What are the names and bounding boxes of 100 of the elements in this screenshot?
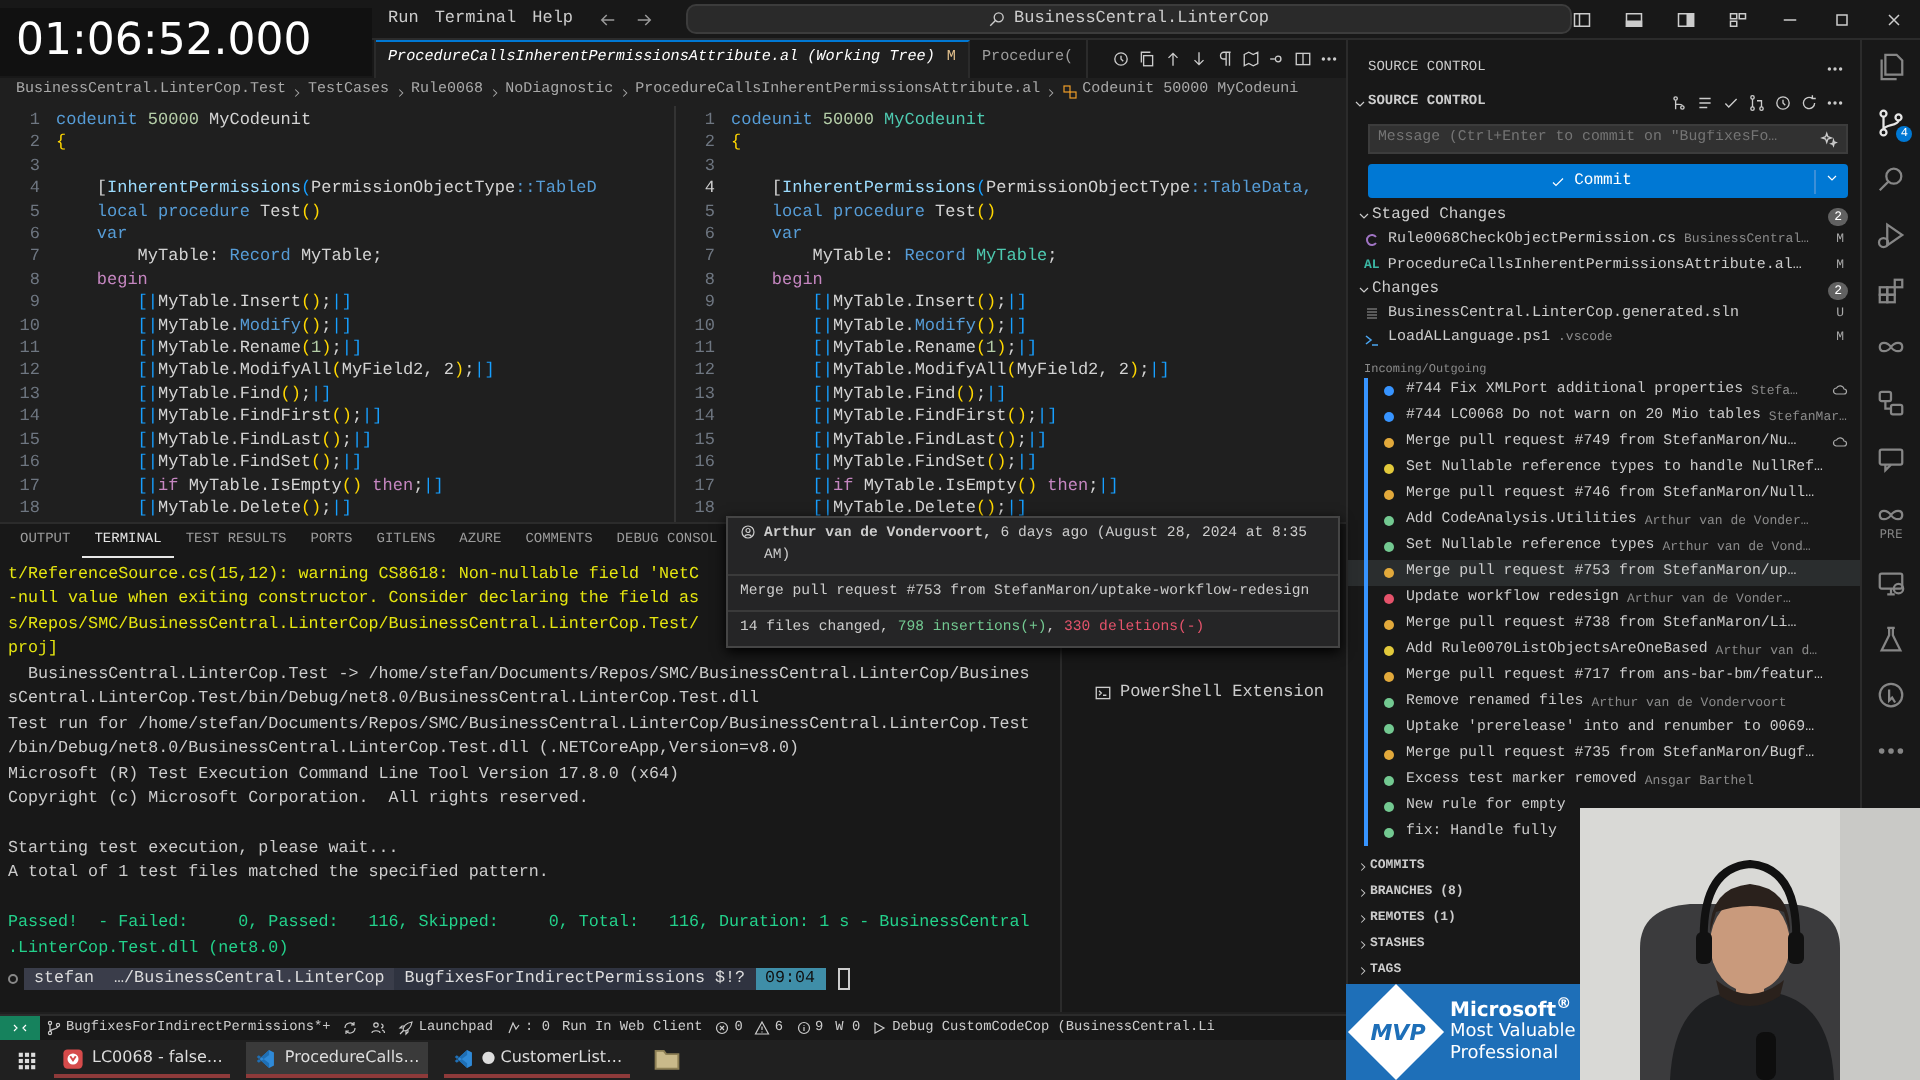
error-icon	[714, 1020, 731, 1036]
line-number: 10	[17, 315, 42, 339]
history-icon[interactable]	[1774, 94, 1792, 112]
code-line: [|MyTable.FindSet();|]	[135, 452, 363, 473]
check-icon	[1550, 173, 1567, 189]
line-number: 16	[17, 452, 42, 475]
line-number: 3	[702, 155, 717, 179]
chevron-right-icon[interactable]	[1356, 885, 1370, 900]
terminal-line: BusinessCentral.LinterCop.Test -> /home/stefan/Documents/Repos/SMC/BusinessCentral.LinterCop/Busines	[26, 661, 1030, 687]
refresh-icon[interactable]	[1800, 94, 1818, 112]
line-number: 17	[17, 475, 42, 498]
group-title[interactable]: Staged Changes	[1372, 204, 1507, 229]
taskbar-button[interactable]: ● CustomerList…	[443, 1042, 631, 1078]
commit-button[interactable]: Commit	[1368, 164, 1848, 198]
chevron-right-icon	[487, 85, 502, 99]
chevron-right-icon[interactable]	[1356, 937, 1370, 952]
restore-icon[interactable]	[1832, 9, 1852, 29]
split-editor-icon[interactable]	[1294, 50, 1312, 68]
mvp-mark: MVP	[1368, 1018, 1428, 1050]
terminal-line: /bin/Debug/net8.0/BusinessCentral.LinterCop.Test.dll (.NETCoreApp,Version=v8.0)	[8, 736, 800, 762]
forward-arrow-icon[interactable]	[633, 9, 654, 29]
terminal-line: t/ReferenceSource.cs(15,12): warning CS8618: Non-nullable field 'NetC	[8, 562, 699, 587]
line-number: 1	[702, 110, 717, 133]
code-line: [|if MyTable.IsEmpty() then;|]	[810, 475, 1119, 495]
taskbar-button[interactable]: ProcedureCalls…	[246, 1042, 428, 1078]
code-line: [|MyTable.FindSet();|]	[810, 452, 1038, 473]
line-number: 8	[702, 269, 717, 293]
line-number: 5	[27, 201, 42, 225]
app-grid-icon[interactable]	[16, 1049, 38, 1071]
layout-icon[interactable]	[1728, 9, 1748, 29]
map-icon[interactable]	[1242, 50, 1260, 68]
back-arrow-icon[interactable]	[597, 9, 618, 29]
copy-icon[interactable]	[1138, 50, 1156, 68]
code-line: {	[731, 132, 742, 153]
pilcrow-icon[interactable]	[1216, 50, 1234, 68]
sidebar-layout-icon[interactable]	[1572, 9, 1592, 29]
code-line: [|MyTable.Find();|]	[135, 383, 332, 404]
extensions-icon[interactable]	[1876, 276, 1906, 306]
terminal-list-item[interactable]: PowerShell Extension	[1078, 680, 1330, 706]
check-icon[interactable]	[1722, 94, 1740, 112]
command-center-text: BusinessCentral.LinterCop	[1014, 6, 1270, 32]
command-center[interactable]: BusinessCentral.LinterCop	[685, 4, 1572, 34]
code-line: MyTable: Record MyTable;	[810, 246, 1058, 267]
line-number: 13	[692, 383, 717, 407]
badge-text: Most Valuable	[1450, 1021, 1576, 1043]
code-line: [|MyTable.Insert();|]	[810, 292, 1027, 313]
pull-request-icon[interactable]	[1748, 94, 1766, 112]
remote-icon	[12, 1020, 28, 1036]
arrow-up-icon[interactable]	[1164, 50, 1182, 68]
chevron-right-icon[interactable]	[1356, 859, 1370, 874]
code-line: var	[94, 224, 128, 245]
panel-layout-icon[interactable]	[1624, 9, 1644, 29]
badge-text: Professional	[1450, 1043, 1561, 1065]
line-number: 11	[17, 338, 42, 361]
chevron-right-icon[interactable]	[1356, 911, 1370, 926]
branch-icon[interactable]	[1876, 108, 1906, 138]
browser-icon	[62, 1047, 84, 1069]
prompt-segment: BugfixesForIndirectPermissions $!?	[394, 968, 755, 991]
code-line: [|MyTable.Rename(1);|]	[810, 338, 1038, 359]
code-line: {	[56, 132, 67, 153]
people-icon	[370, 1020, 387, 1036]
line-number: 2	[702, 132, 717, 156]
line-number: 18	[17, 497, 42, 521]
code-line: [|MyTable.Delete();|]	[135, 497, 352, 518]
line-number: 9	[702, 292, 717, 316]
terminal-line: s/Repos/SMC/BusinessCentral.LinterCop/BusinessCentral.LinterCop.Test/	[8, 611, 699, 637]
search-icon[interactable]	[1876, 164, 1906, 194]
files-icon[interactable]	[1876, 52, 1906, 82]
run-debug-icon[interactable]	[1876, 220, 1906, 250]
flask-icon[interactable]	[1876, 624, 1906, 654]
monitor-icon[interactable]	[1876, 568, 1906, 598]
group-title[interactable]: Changes	[1372, 277, 1440, 303]
compare-icon[interactable]	[1268, 50, 1286, 68]
taskbar-button[interactable]: LC0068 - false…	[54, 1042, 231, 1078]
arrow-down-icon[interactable]	[1190, 50, 1208, 68]
menu-item[interactable]: Help	[524, 6, 582, 32]
code-line: [|MyTable.Rename(1);|]	[135, 338, 363, 359]
line-number: 4	[702, 178, 717, 202]
code-line: MyTable: Record MyTable;	[135, 246, 383, 267]
terminal-icon	[1094, 683, 1112, 702]
menu-item[interactable]: Run	[380, 6, 427, 32]
chat-icon[interactable]	[1876, 444, 1906, 474]
history-icon[interactable]	[1112, 50, 1130, 68]
remote-explorer-icon[interactable]	[1876, 388, 1906, 418]
prompt-segment: 09:04	[755, 968, 826, 991]
list-icon[interactable]	[1696, 94, 1714, 112]
close-icon[interactable]	[1884, 9, 1904, 29]
sparkle-icon[interactable]	[1820, 130, 1838, 148]
line-number: 7	[27, 246, 42, 270]
code-editor-icon	[451, 1047, 474, 1069]
cursor-icon[interactable]	[1876, 680, 1906, 710]
timestamp: 01:06:52.000	[0, 8, 372, 76]
menu-item[interactable]: Terminal	[426, 6, 525, 32]
line-number: 11	[692, 338, 717, 361]
graph-icon[interactable]	[1670, 94, 1688, 112]
chevron-right-icon[interactable]	[1356, 963, 1370, 978]
code-line: [|MyTable.FindLast();|]	[135, 429, 373, 450]
line-number: 4	[27, 178, 42, 202]
secondary-sidebar-icon[interactable]	[1676, 9, 1696, 29]
terminal-line: Test run for /home/stefan/Documents/Repos/SMC/BusinessCentral.LinterCop/BusinessCentral.LinterCop.Test	[8, 711, 1030, 737]
